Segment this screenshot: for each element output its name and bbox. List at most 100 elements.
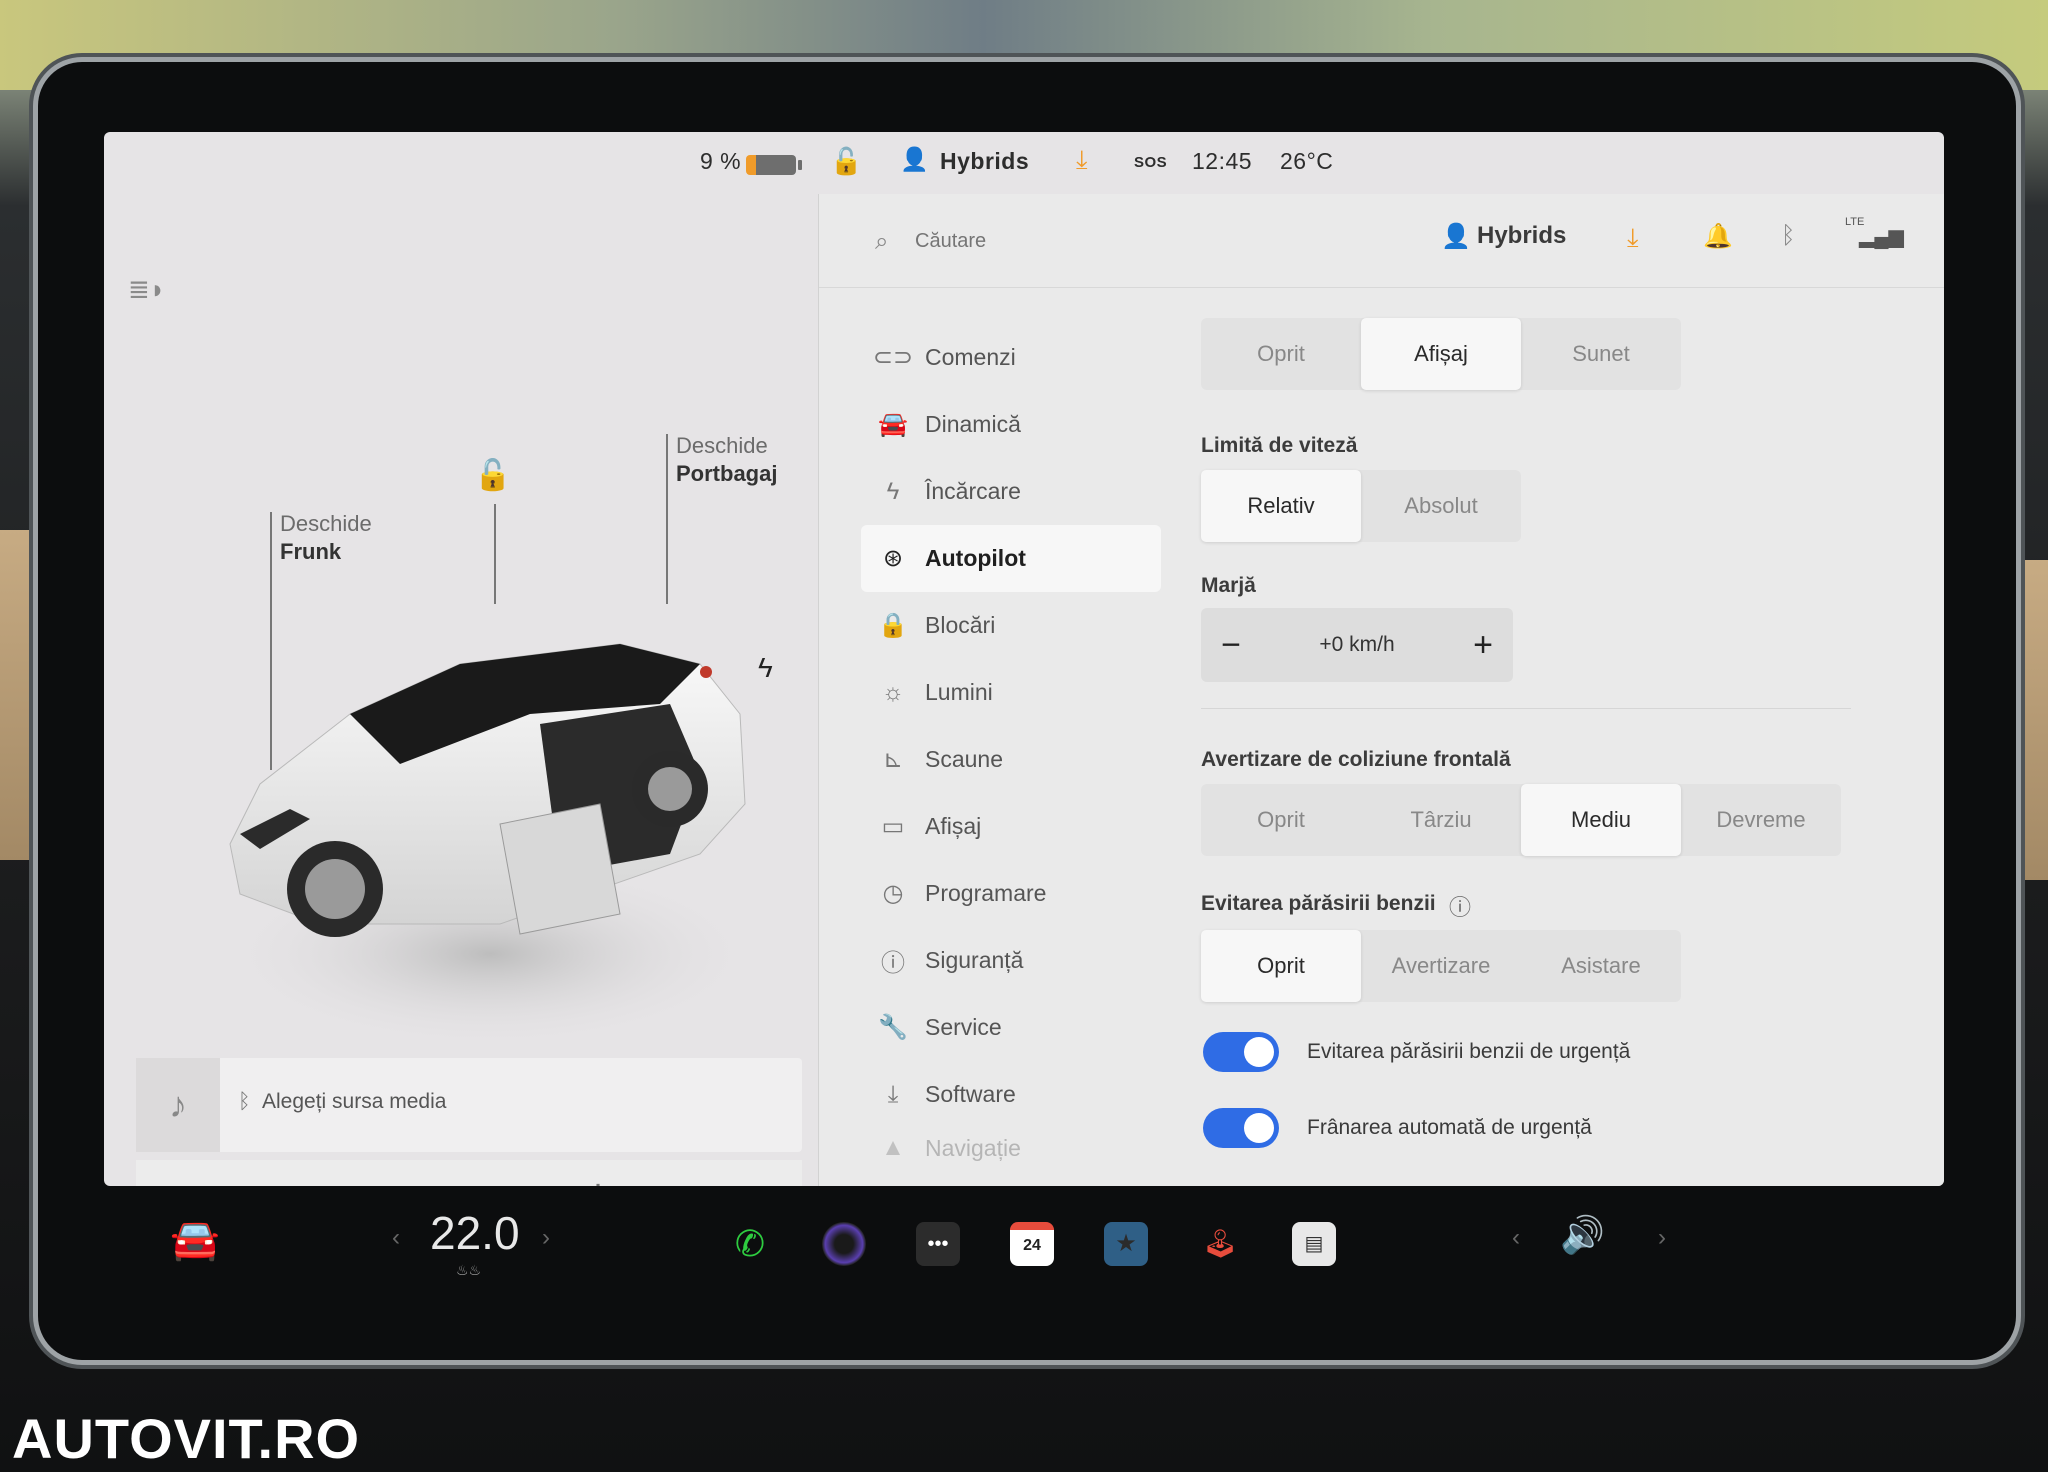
search-icon: ⌕ — [875, 228, 889, 255]
automatic-emergency-braking-label: Frânarea automată de urgență — [1307, 1116, 1592, 1139]
volume-down-chevron-icon[interactable]: ‹ — [1512, 1224, 1520, 1252]
collision-option-oprit[interactable]: Oprit — [1201, 784, 1361, 856]
seat-icon: ⊾ — [882, 746, 904, 773]
settings-header: ⌕ 👤 Hybrids ⤓ 🔔 ᛒ LTE ▂▄▆ — [819, 194, 1944, 288]
unlock-icon[interactable]: 🔓 — [830, 146, 863, 177]
status-bar: 9 % 🔓 👤 Hybrids ⤓ SOS 12:45 26°C — [104, 132, 1944, 194]
trunk-callout-line — [666, 434, 668, 604]
lane-option-asistare[interactable]: Asistare — [1521, 930, 1681, 1002]
seat-heater-icon[interactable]: ♨♨ — [456, 1262, 481, 1279]
bell-icon[interactable]: 🔔 — [1703, 222, 1733, 251]
menu-label: Afișaj — [925, 813, 982, 839]
menu-item-lumini[interactable]: ☼ Lumini — [861, 659, 1161, 726]
collision-option-mediu[interactable]: Mediu — [1521, 784, 1681, 856]
collision-option-tarziu[interactable]: Târziu — [1361, 784, 1521, 856]
door-callout-line — [494, 504, 496, 604]
menu-label: Scaune — [925, 746, 1004, 772]
lane-option-oprit[interactable]: Oprit — [1201, 930, 1361, 1002]
menu-item-blocari[interactable]: 🔒 Blocări — [861, 592, 1161, 659]
frunk-line2: Frunk — [280, 539, 342, 564]
margin-value: +0 km/h — [1319, 633, 1395, 656]
calendar-icon[interactable]: 24 — [1010, 1222, 1054, 1266]
menu-label: Lumini — [925, 679, 993, 705]
lock-icon: 🔒 — [878, 612, 908, 639]
more-apps-icon[interactable]: ••• — [916, 1222, 960, 1266]
emergency-lane-departure-toggle[interactable] — [1203, 1032, 1279, 1072]
speed-limit-label: Limită de viteză — [1201, 434, 1358, 457]
bluetooth-icon[interactable]: ᛒ — [1781, 222, 1795, 250]
section-divider — [1201, 708, 1851, 709]
header-profile-name[interactable]: Hybrids — [1477, 222, 1566, 250]
increase-margin-button[interactable]: + — [1453, 626, 1513, 665]
clock-icon: ◷ — [882, 880, 904, 907]
info-icon[interactable]: ⓘ — [1449, 890, 1471, 922]
dashcam-viewer-icon[interactable]: ▤ — [1292, 1222, 1336, 1266]
search-input[interactable] — [915, 224, 1295, 258]
collision-option-devreme[interactable]: Devreme — [1681, 784, 1841, 856]
trunk-line1: Deschide — [676, 433, 768, 458]
open-trunk-callout[interactable]: Deschide Portbagaj — [676, 432, 777, 488]
taskbar: 🚘 ‹ 22.0 ♨♨ › ✆ ••• 24 ★ 🕹 ▤ ‹ 🔊 › — [104, 1186, 1944, 1318]
watermark-logo: AUTOVIT.RO — [12, 1407, 361, 1470]
navigation-icon: ▲ — [881, 1134, 905, 1161]
toggle-icon: ⊂⊃ — [872, 344, 914, 371]
margin-label: Marjă — [1201, 574, 1256, 597]
lane-departure-label: Evitarea părăsirii benzii — [1201, 892, 1436, 915]
media-source-prompt[interactable]: Alegeți sursa media — [262, 1090, 446, 1114]
headlight-icon[interactable]: ≣◗ — [128, 274, 166, 305]
cabin-temperature[interactable]: 22.0 — [430, 1206, 520, 1260]
clock: 12:45 — [1192, 148, 1253, 174]
phone-icon[interactable]: ✆ — [728, 1222, 772, 1266]
download-icon: ⤓ — [887, 1080, 899, 1108]
menu-item-scaune[interactable]: ⊾ Scaune — [861, 726, 1161, 793]
camera-icon[interactable] — [822, 1222, 866, 1266]
menu-item-software[interactable]: ⤓ Software — [861, 1061, 1161, 1128]
menu-item-programare[interactable]: ◷ Programare — [861, 860, 1161, 927]
volume-up-chevron-icon[interactable]: › — [1658, 1224, 1666, 1252]
automatic-emergency-braking-toggle[interactable] — [1203, 1108, 1279, 1148]
speed-warning-option-oprit[interactable]: Oprit — [1201, 318, 1361, 390]
door-unlock-icon[interactable]: 🔓 — [474, 458, 511, 493]
menu-item-dinamica[interactable]: 🚘 Dinamică — [861, 391, 1161, 458]
battery-icon — [746, 155, 802, 175]
status-profile-name[interactable]: Hybrids — [940, 148, 1029, 175]
temp-down-chevron-icon[interactable]: ‹ — [392, 1224, 400, 1252]
arcade-joystick-icon[interactable]: 🕹 — [1198, 1222, 1242, 1266]
menu-item-siguranta[interactable]: ⓘ Siguranță — [861, 927, 1161, 994]
menu-label: Software — [925, 1081, 1016, 1107]
display-icon: ▭ — [881, 813, 905, 840]
menu-item-incarcare[interactable]: ϟ Încărcare — [861, 458, 1161, 525]
menu-item-navigatie[interactable]: ▲ Navigație — [861, 1128, 1161, 1168]
menu-label: Blocări — [925, 612, 996, 638]
decrease-margin-button[interactable]: − — [1201, 626, 1261, 665]
menu-item-comenzi[interactable]: ⊂⊃ Comenzi — [861, 324, 1161, 391]
speed-warning-option-afisaj[interactable]: Afișaj — [1361, 318, 1521, 390]
user-icon: 👤 — [900, 146, 930, 172]
open-frunk-callout[interactable]: Deschide Frunk — [280, 510, 372, 566]
alert-icon: ⓘ — [881, 950, 905, 977]
settings-panel: ⌕ 👤 Hybrids ⤓ 🔔 ᛒ LTE ▂▄▆ ⊂⊃ Comenzi 🚘 D… — [818, 194, 1944, 1186]
trunk-line2: Portbagaj — [676, 461, 778, 486]
speed-warning-option-sunet[interactable]: Sunet — [1521, 318, 1681, 390]
lane-option-avertizare[interactable]: Avertizare — [1361, 930, 1521, 1002]
download-icon[interactable]: ⤓ — [1627, 222, 1639, 254]
menu-label: Programare — [925, 880, 1047, 906]
car-icon[interactable]: 🚘 — [170, 1216, 220, 1263]
menu-label: Siguranță — [925, 947, 1024, 973]
menu-item-afisaj[interactable]: ▭ Afișaj — [861, 793, 1161, 860]
sun-icon: ☼ — [882, 678, 904, 706]
sos-indicator: SOS — [1134, 154, 1168, 171]
menu-item-service[interactable]: 🔧 Service — [861, 994, 1161, 1061]
menu-item-autopilot[interactable]: ⊛ Autopilot — [861, 525, 1161, 592]
speed-limit-option-absolut[interactable]: Absolut — [1361, 470, 1521, 542]
toybox-icon[interactable]: ★ — [1104, 1222, 1148, 1266]
forward-collision-selector: Oprit Târziu Mediu Devreme — [1201, 784, 1841, 856]
download-update-icon[interactable]: ⤓ — [1076, 144, 1088, 176]
speed-limit-option-relativ[interactable]: Relativ — [1201, 470, 1361, 542]
temp-up-chevron-icon[interactable]: › — [542, 1224, 550, 1252]
menu-label: Dinamică — [925, 411, 1021, 437]
media-player[interactable]: ♪ ᛒ Alegeți sursa media — [136, 1058, 802, 1152]
charge-port-icon[interactable]: ϟ — [758, 652, 773, 684]
volume-icon[interactable]: 🔊 — [1560, 1214, 1605, 1256]
touchscreen: 9 % 🔓 👤 Hybrids ⤓ SOS 12:45 26°C ≣◗ Desc… — [104, 132, 1944, 1186]
